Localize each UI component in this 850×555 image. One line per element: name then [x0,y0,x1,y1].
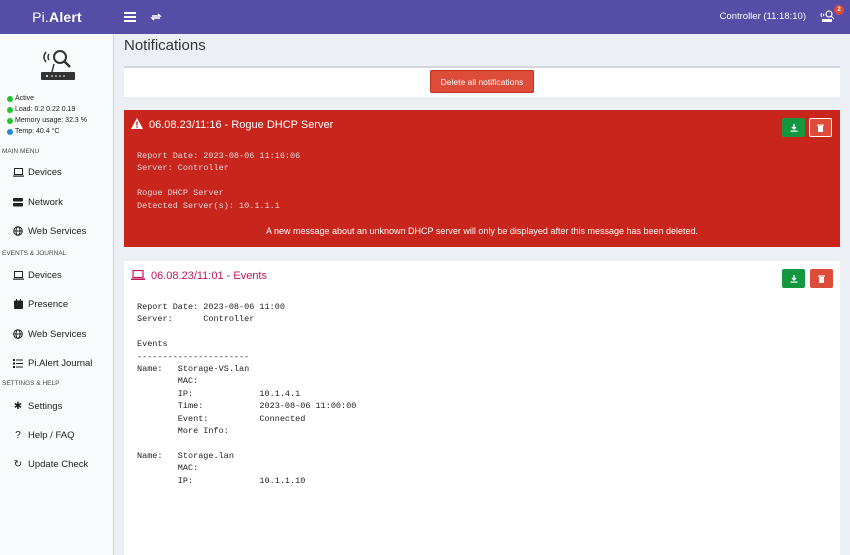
notification-title: 06.08.23/11:01 - Events [131,269,267,283]
sidebar-item-update-check[interactable]: ↻ Update Check [0,451,114,477]
sidebar-item-journal[interactable]: Pi.Alert Journal [0,350,114,376]
download-button[interactable] [782,118,805,137]
notification-count-badge: 2 [834,5,844,15]
gear-icon: ✱ [13,400,23,412]
status-dot-icon [7,106,13,113]
laptop-icon [131,269,145,283]
sidebar-item-event-devices[interactable]: Devices [0,262,114,288]
question-icon: ? [15,429,21,441]
top-navbar: Pi. Alert Controller (11:18:10) 2 [0,0,850,34]
notification-note: A new message about an unknown DHCP serv… [265,226,699,236]
sidebar-item-help[interactable]: ? Help / FAQ [0,422,114,448]
sidebar-item-devices[interactable]: Devices [0,159,114,185]
sidebar-item-event-web-services[interactable]: Web Services [0,321,114,347]
refresh-icon: ↻ [13,458,23,470]
delete-all-button[interactable]: Delete all notifications [430,70,534,93]
page-title: Notifications [124,37,206,54]
globe-icon [12,329,24,339]
delete-button[interactable] [809,118,832,137]
download-button[interactable] [782,269,805,288]
sidebar-item-settings[interactable]: ✱ Settings [0,393,114,419]
section-events-journal: EVENTS & JOURNAL [2,250,67,257]
thermometer-icon [7,128,13,135]
section-settings-help: SETTINGS & HELP [2,380,60,387]
notification-title: 06.08.23/11:16 - Rogue DHCP Server [131,118,333,132]
notification-card-rogue-dhcp: 06.08.23/11:16 - Rogue DHCP Server Repor… [124,110,840,247]
sidebar-item-network[interactable]: Network [0,189,114,215]
toolbar-box: Delete all notifications [124,66,840,97]
globe-icon [12,226,24,236]
delete-button[interactable] [810,269,833,288]
warning-icon [131,118,143,132]
logo-text-right: Alert [49,9,82,25]
reload-icon[interactable] [148,9,164,25]
trash-icon [818,275,825,283]
calendar-icon [12,299,24,309]
laptop-icon [12,270,24,280]
controller-status[interactable]: Controller (11:18:10) [720,11,806,22]
sidebar: Active Load: 0.2 0.22 0.19 Memory usage:… [0,34,114,555]
download-icon [790,123,797,132]
notification-card-events: 06.08.23/11:01 - Events Report Date: 202… [124,261,840,555]
notification-body: Report Date: 2023-08-06 11:00 Server: Co… [137,302,357,486]
status-active: Active [7,95,34,102]
status-memory: Memory usage: 32.3 % [7,117,87,124]
trash-icon [817,124,824,132]
status-load: Load: 0.2 0.22 0.19 [7,106,75,113]
status-dot-icon [7,95,13,102]
section-main-menu: MAIN MENU [2,148,40,155]
app-logo[interactable]: Pi. Alert [0,0,114,34]
server-icon [12,197,24,207]
laptop-icon [12,167,24,177]
router-logo-icon [41,50,75,80]
list-icon [12,358,24,368]
logo-text-left: Pi. [32,9,50,25]
status-dot-icon [7,117,13,124]
menu-toggle-icon[interactable] [122,9,138,25]
status-temp: Temp: 40.4 °C [7,128,59,135]
sidebar-item-web-services[interactable]: Web Services [0,218,114,244]
download-icon [790,274,797,283]
sidebar-item-presence[interactable]: Presence [0,291,114,317]
notification-body: Report Date: 2023-08-06 11:16:06 Server:… [137,151,301,211]
